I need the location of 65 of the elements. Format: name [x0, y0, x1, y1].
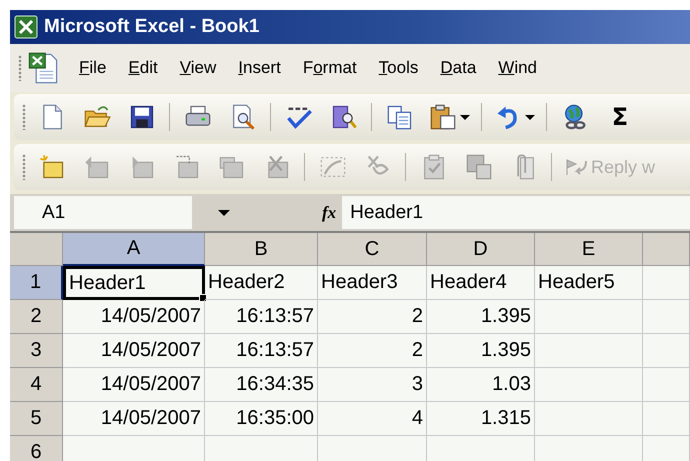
table-cell: 1.03	[427, 368, 535, 402]
grip-handle[interactable]	[18, 55, 22, 81]
row-header[interactable]: 4	[10, 368, 63, 402]
menu-item[interactable]: Insert	[227, 54, 292, 82]
table-cell: Header3	[318, 266, 427, 300]
menu-item[interactable]: View	[168, 54, 228, 82]
column-header[interactable]: E	[535, 233, 643, 266]
table-cell	[643, 368, 690, 402]
table-cell: 2	[318, 334, 427, 368]
book-magnifier-icon	[330, 103, 358, 131]
column-header[interactable]: A	[63, 233, 205, 266]
row-header[interactable]: 2	[10, 300, 63, 334]
row-header[interactable]: 3	[10, 334, 63, 368]
table-cell: 1.395	[427, 334, 535, 368]
table-cell: Header5	[535, 266, 643, 300]
table-cell: 4	[318, 402, 427, 436]
window-title: Microsoft Excel - Book1	[44, 16, 260, 38]
table-cell: 1.395	[427, 300, 535, 334]
floppy-disk-icon	[465, 153, 493, 181]
grip-handle[interactable]	[22, 104, 26, 130]
formula-field[interactable]: Header1	[342, 196, 690, 229]
column-header[interactable]: C	[318, 233, 427, 266]
table-cell: 14/05/2007	[63, 368, 205, 402]
spreadsheet-document-icon[interactable]	[28, 51, 58, 85]
caret-icon	[525, 114, 535, 120]
table-cell: 16:34:35	[205, 368, 318, 402]
menu-item[interactable]: Edit	[117, 54, 169, 82]
table-cell: 14/05/2007	[63, 300, 205, 334]
note-icon	[38, 153, 66, 181]
name-box[interactable]: A1	[14, 196, 192, 229]
table-cell: 16:13:57	[205, 334, 318, 368]
menu-item[interactable]: File	[68, 54, 118, 82]
table-cell: 16:35:00	[205, 402, 318, 436]
table-cell: Header1	[63, 266, 205, 300]
table-cell: 14/05/2007	[63, 334, 205, 368]
grip-handle[interactable]	[22, 154, 26, 180]
copy-pages-icon	[386, 103, 414, 131]
column-header[interactable]: B	[205, 233, 318, 266]
menu-item[interactable]: Tools	[368, 54, 430, 82]
table-cell	[643, 334, 690, 368]
table-cell: 2	[318, 300, 427, 334]
table-cell: 16:13:57	[205, 300, 318, 334]
table-cell	[643, 300, 690, 334]
table-cell: 14/05/2007	[63, 402, 205, 436]
clipboard-icon	[429, 103, 457, 131]
row-header[interactable]: 6	[10, 436, 63, 461]
table-cell: Header4	[427, 266, 535, 300]
menu-item[interactable]: Wind	[487, 54, 548, 82]
insert-function-button[interactable]: fx	[316, 196, 342, 229]
menu-item[interactable]: Format	[292, 54, 368, 82]
column-header[interactable]	[643, 233, 690, 266]
sum-button[interactable]: Σ	[600, 97, 640, 137]
table-cell	[643, 402, 690, 436]
row-header[interactable]: 5	[10, 402, 63, 436]
row-header[interactable]: 1	[10, 266, 63, 300]
caret-icon	[218, 210, 230, 216]
table-cell: 3	[318, 368, 427, 402]
menu-item[interactable]: Data	[429, 54, 488, 82]
table-cell	[643, 266, 690, 300]
table-cell: Header2	[205, 266, 318, 300]
table-cell: 1.315	[427, 402, 535, 436]
spreadsheet-icon	[14, 15, 38, 39]
caret-icon	[460, 114, 470, 120]
select-all-button[interactable]	[10, 233, 63, 266]
column-header[interactable]: D	[427, 233, 535, 266]
